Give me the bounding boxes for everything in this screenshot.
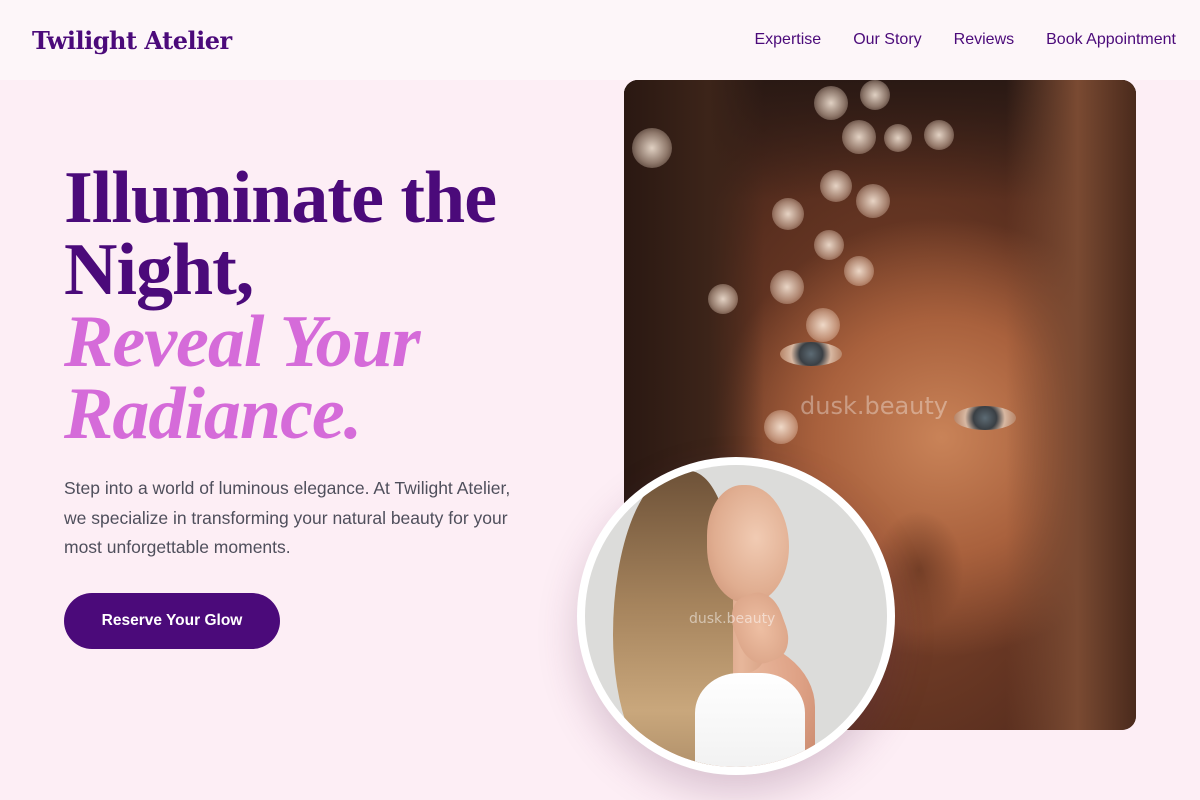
circle-face (707, 485, 789, 603)
hero-title-line-1: Illuminate the (64, 157, 497, 239)
reserve-your-glow-button[interactable]: Reserve Your Glow (64, 593, 280, 649)
bokeh-light (708, 284, 738, 314)
portrait-hair-right (1006, 80, 1136, 730)
profile-circle-frame: dusk.beauty (577, 457, 895, 775)
brand-logo[interactable]: Twilight Atelier (32, 26, 232, 55)
bokeh-light (844, 256, 874, 286)
nav-link-our-story[interactable]: Our Story (853, 31, 921, 49)
hero-description: Step into a world of luminous elegance. … (64, 478, 511, 557)
nav-link-expertise[interactable]: Expertise (754, 31, 821, 49)
bokeh-light (814, 86, 848, 120)
profile-circle-image: dusk.beauty (585, 465, 887, 767)
bokeh-light (860, 80, 890, 110)
hero-title: Illuminate the Night, Reveal Your Radian… (64, 157, 584, 455)
bokeh-light (764, 410, 798, 444)
bokeh-light (806, 308, 840, 342)
circle-watermark: dusk.beauty (689, 611, 776, 627)
nav-link-book-appointment[interactable]: Book Appointment (1046, 31, 1176, 49)
bokeh-light (632, 128, 672, 168)
bokeh-light (856, 184, 890, 218)
main-nav: Expertise Our Story Reviews Book Appoint… (754, 31, 1176, 49)
hero-title-accent-line-2: Radiance. (64, 373, 362, 455)
circle-towel (695, 673, 805, 767)
site-header: Twilight Atelier Expertise Our Story Rev… (0, 0, 1200, 80)
bokeh-light (770, 270, 804, 304)
bokeh-light (814, 230, 844, 260)
bokeh-light (820, 170, 852, 202)
bokeh-light (772, 198, 804, 230)
hero-title-accent-line-1: Reveal Your (64, 301, 421, 383)
bokeh-light (924, 120, 954, 150)
bokeh-light (884, 124, 912, 152)
portrait-watermark: dusk.beauty (800, 392, 949, 420)
hero-title-line-2: Night, (64, 229, 254, 311)
bokeh-light (842, 120, 876, 154)
portrait-eye-right (954, 406, 1016, 430)
portrait-eye-left (780, 342, 842, 366)
landing-page: Twilight Atelier Expertise Our Story Rev… (0, 0, 1200, 800)
nav-link-reviews[interactable]: Reviews (954, 31, 1014, 49)
